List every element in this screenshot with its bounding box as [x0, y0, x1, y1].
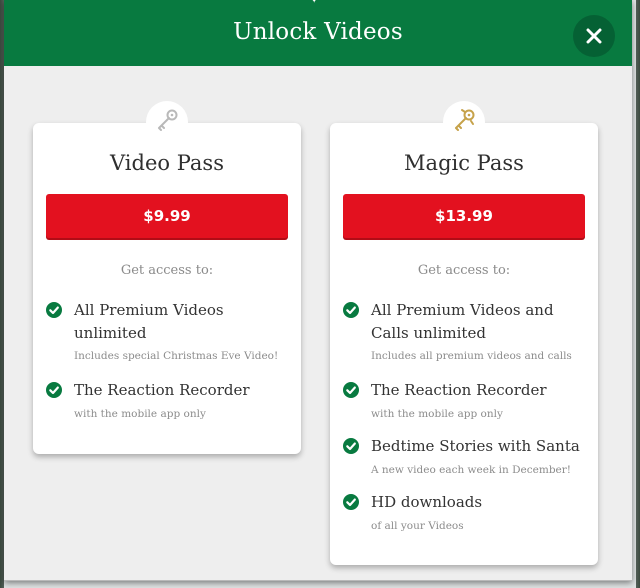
feature-title: Bedtime Stories with Santa: [371, 437, 580, 455]
feature-subtitle: with the mobile app only: [371, 408, 503, 420]
unlock-videos-modal: ✦ Unlock Videos Video Pass $9.99 Get acc…: [4, 0, 632, 581]
access-label: Get access to:: [417, 263, 511, 278]
modal-title: Unlock Videos: [233, 19, 403, 45]
close-icon: [586, 28, 602, 44]
magic-pass-card: Magic Pass $13.99 Get access to: All Pre…: [330, 101, 598, 565]
feature-title: The Reaction Recorder: [74, 381, 250, 399]
check-circle-icon: [46, 382, 62, 398]
card-title: Magic Pass: [404, 151, 524, 175]
access-label: Get access to:: [120, 263, 214, 278]
check-circle-icon: [343, 438, 359, 454]
feature-subtitle: of all your Videos: [371, 520, 464, 532]
silver-key-icon: [158, 109, 178, 131]
feature-title: All Premium Videos and Calls unlimited: [371, 301, 554, 342]
card-badge: [443, 101, 485, 143]
feature-title: All Premium Videos unlimited: [74, 301, 224, 342]
feature-title: HD downloads: [371, 493, 483, 511]
check-circle-icon: [46, 302, 62, 318]
card-badge: [146, 101, 188, 143]
check-circle-icon: [343, 494, 359, 510]
card-title: Video Pass: [110, 151, 224, 175]
gold-key-icon: [455, 109, 475, 131]
feature-title: The Reaction Recorder: [371, 381, 547, 399]
modal-header: ✦ Unlock Videos: [4, 0, 632, 66]
buy-magic-pass-button[interactable]: $13.99: [343, 194, 585, 238]
check-circle-icon: [343, 302, 359, 318]
feature-subtitle: with the mobile app only: [74, 408, 206, 420]
buy-video-pass-button[interactable]: $9.99: [46, 194, 288, 238]
feature-subtitle: A new video each week in December!: [371, 464, 571, 476]
feature-subtitle: Includes all premium videos and calls: [371, 350, 572, 362]
ornament-icon: ✦: [310, 0, 319, 6]
check-circle-icon: [343, 382, 359, 398]
video-pass-card: Video Pass $9.99 Get access to: All Prem…: [33, 101, 301, 454]
feature-subtitle: Includes special Christmas Eve Video!: [74, 350, 279, 362]
close-button[interactable]: [573, 15, 615, 57]
